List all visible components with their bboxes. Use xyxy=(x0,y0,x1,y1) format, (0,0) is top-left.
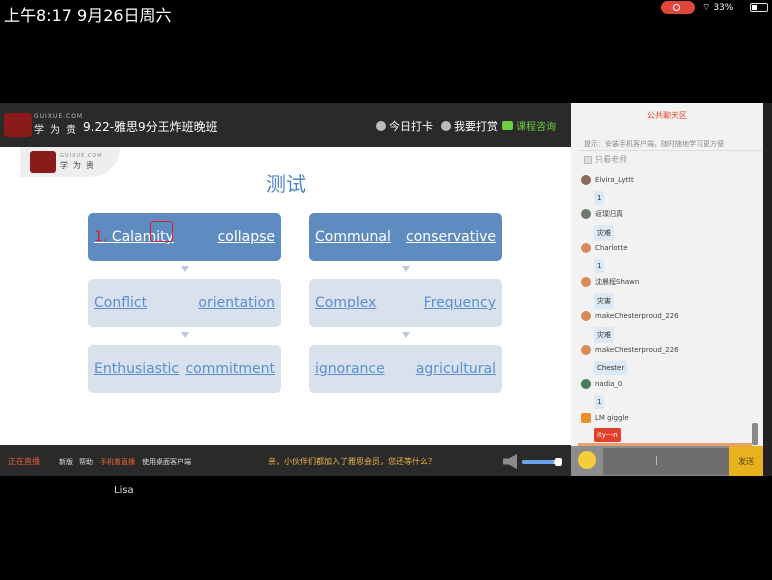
desktop-client-link[interactable]: 使用桌面客户端 xyxy=(142,457,191,467)
word-right: conservative xyxy=(406,229,496,245)
chat-user: makeChesterproud_226 xyxy=(581,345,679,355)
chat-user: 沈晨程Shawn xyxy=(581,277,639,287)
word-right: commitment xyxy=(185,361,275,377)
send-button[interactable]: 发送 xyxy=(729,446,763,476)
word-left: ignorance xyxy=(315,361,385,377)
mobile-live-link[interactable]: 手机看直播 xyxy=(100,457,135,467)
logo-subtext: GUIXUE.COM xyxy=(34,113,84,120)
battery-fill xyxy=(752,5,757,10)
word-box-3: Conflict orientation xyxy=(88,279,281,327)
word-box-4: Complex Frequency xyxy=(309,279,502,327)
battery-icon xyxy=(750,3,768,12)
help-link[interactable]: 帮助 xyxy=(79,457,93,467)
status-time: 上午8:17 9月26日周六 xyxy=(4,6,172,25)
chat-bubble-icon xyxy=(502,121,513,130)
chat-message: 灾难 xyxy=(594,327,614,343)
teacher-only-filter[interactable]: 只看老师 xyxy=(584,154,627,165)
emoji-icon[interactable] xyxy=(578,451,596,469)
avatar xyxy=(581,345,591,355)
chat-user: makeChesterproud_226 xyxy=(581,311,679,321)
chat-message: 灾难 xyxy=(594,225,614,241)
reward-button[interactable]: 我要打赏 xyxy=(441,118,498,134)
handwritten-annotation: 1. xyxy=(94,229,108,245)
text-cursor xyxy=(656,456,657,465)
coin-icon xyxy=(441,121,451,131)
word-right: orientation xyxy=(198,295,275,311)
checkin-label: 今日打卡 xyxy=(389,120,433,133)
slide-title: 测试 xyxy=(266,172,306,196)
slide-logo-text: 学为贵 xyxy=(60,161,99,170)
filter-label: 只看老师 xyxy=(595,155,627,164)
battery-percent: ⌔ 33% xyxy=(702,3,734,13)
record-icon xyxy=(673,4,680,11)
word-box-6: ignorance agricultural xyxy=(309,345,502,393)
chat-message: 1 xyxy=(594,395,605,409)
live-status: 正在直播 xyxy=(8,457,40,466)
chat-user: nadia_0 xyxy=(581,379,622,389)
chat-user: Elvira_Lyttt xyxy=(581,175,634,185)
word-left: Communal xyxy=(315,229,391,245)
word-left: Complex xyxy=(315,295,377,311)
avatar xyxy=(581,277,591,287)
promo-notice: 亲，小伙伴们都加入了雅思会员，您还等什么？ xyxy=(268,457,436,466)
recording-indicator[interactable] xyxy=(661,1,695,14)
chat-user: LM giggle xyxy=(581,413,629,423)
volume-fill xyxy=(522,460,555,464)
avatar xyxy=(581,243,591,253)
logo-text: 学为贵 xyxy=(34,125,82,136)
chat-message: Chester xyxy=(594,361,628,375)
chat-scrollbar[interactable] xyxy=(752,423,758,445)
new-version-link[interactable]: 新版 xyxy=(59,457,73,467)
word-right: Frequency xyxy=(423,295,496,311)
consult-button[interactable]: 课程咨询 xyxy=(502,118,556,133)
video-caption: Lisa xyxy=(114,485,134,496)
reward-label: 我要打赏 xyxy=(454,120,498,133)
course-title: 9.22-雅思9分王炸班晚班 xyxy=(83,120,218,134)
chat-user: 返璞归真 xyxy=(581,209,623,219)
down-arrow-icon xyxy=(402,266,410,272)
word-right: agricultural xyxy=(415,361,496,377)
chat-title: 公共聊天区 xyxy=(647,111,687,120)
down-arrow-icon xyxy=(181,332,189,338)
divider xyxy=(578,150,762,151)
avatar xyxy=(581,311,591,321)
down-arrow-icon xyxy=(181,266,189,272)
down-arrow-icon xyxy=(402,332,410,338)
chat-message: ity---n xyxy=(594,428,621,442)
checkin-button[interactable]: 今日打卡 xyxy=(376,118,433,134)
word-right: collapse xyxy=(217,229,275,245)
handwritten-circle xyxy=(150,221,173,242)
word-left: Enthusiastic xyxy=(94,361,180,377)
chat-message: 1 xyxy=(594,259,605,273)
checkbox-icon[interactable] xyxy=(584,155,592,164)
word-box-1: 1. Calamity collapse xyxy=(88,213,281,261)
avatar xyxy=(581,379,591,389)
slide-logo xyxy=(30,151,56,173)
chat-user: Charlotte xyxy=(581,243,628,253)
panel-edge xyxy=(763,103,772,476)
word-box-5: Enthusiastic commitment xyxy=(88,345,281,393)
brand-logo xyxy=(4,113,32,137)
word-left: Conflict xyxy=(94,295,148,311)
slide-logo-subtext: GUIXUE.COM xyxy=(60,153,103,159)
chat-input[interactable] xyxy=(603,448,729,475)
word-box-2: Communal conservative xyxy=(309,213,502,261)
wifi-icon: ⌔ xyxy=(702,3,714,13)
chat-tip: 提示：安装手机客户端，随时随地学习更方便 xyxy=(584,140,724,148)
avatar xyxy=(581,175,591,185)
avatar xyxy=(581,209,591,219)
check-circle-icon xyxy=(376,121,386,131)
chat-message: 灾害 xyxy=(594,293,614,309)
chat-message: 1 xyxy=(594,191,605,205)
pencil-icon xyxy=(581,413,591,423)
volume-knob[interactable] xyxy=(555,458,562,466)
consult-label: 课程咨询 xyxy=(516,122,556,133)
